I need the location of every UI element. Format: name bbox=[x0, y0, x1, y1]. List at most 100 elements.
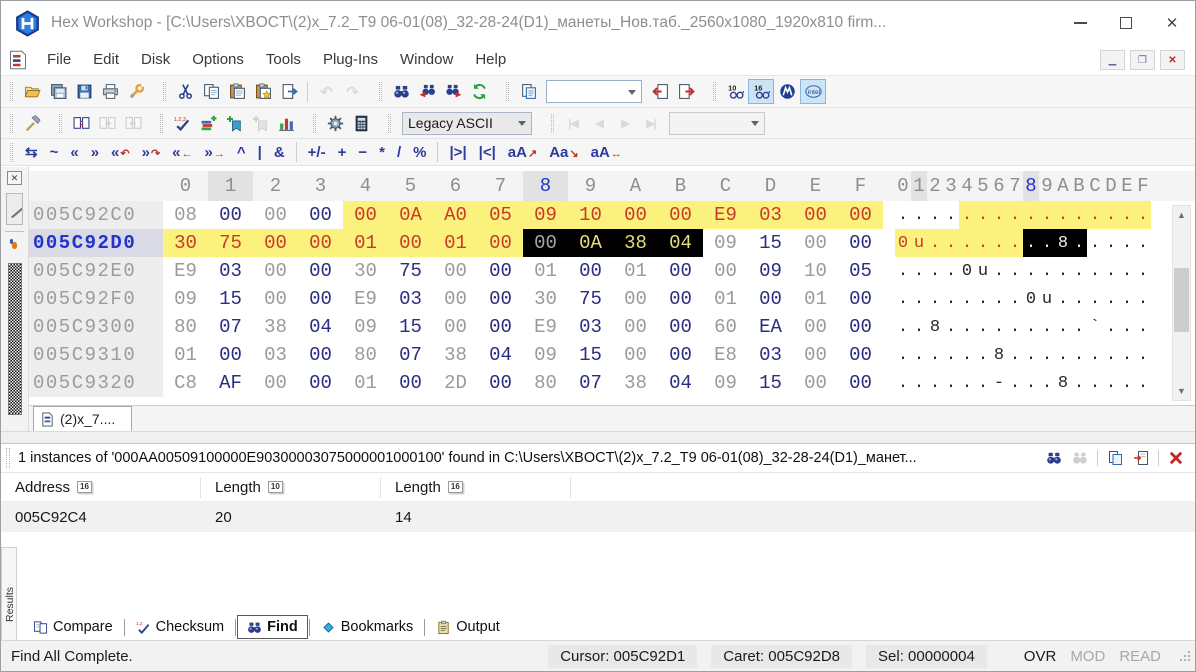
ascii-cell[interactable]: . bbox=[1007, 229, 1023, 257]
hex-byte-cell[interactable]: 08 bbox=[163, 201, 208, 229]
lowercase-icon[interactable]: Aa↘ bbox=[543, 144, 584, 161]
hex-byte-cell[interactable]: 00 bbox=[793, 341, 838, 369]
subtract-icon[interactable]: − bbox=[352, 144, 373, 161]
hex-byte-cell[interactable]: 03 bbox=[388, 285, 433, 313]
statistics-icon[interactable] bbox=[273, 111, 299, 136]
hex-byte-cell[interactable]: 00 bbox=[478, 369, 523, 397]
find-next-icon[interactable] bbox=[440, 79, 466, 104]
ascii-cell[interactable]: . bbox=[1007, 341, 1023, 369]
ascii-cell[interactable]: . bbox=[943, 341, 959, 369]
toolbar-grip[interactable] bbox=[59, 114, 62, 133]
divide-icon[interactable]: / bbox=[391, 144, 407, 161]
resize-grip[interactable] bbox=[1178, 649, 1192, 663]
hex-byte-cell[interactable]: 00 bbox=[748, 285, 793, 313]
ascii-cell[interactable]: . bbox=[1135, 285, 1151, 313]
goto-forward-icon[interactable] bbox=[673, 79, 699, 104]
compare-backward-icon[interactable] bbox=[120, 111, 146, 136]
hex-byte-cell[interactable]: 00 bbox=[478, 257, 523, 285]
hex-byte-cell[interactable]: 00 bbox=[253, 285, 298, 313]
hex-byte-cell[interactable]: 03 bbox=[748, 341, 793, 369]
hex-byte-cell[interactable]: 00 bbox=[388, 229, 433, 257]
base16-icon[interactable]: 16 bbox=[748, 79, 774, 104]
hex-byte-cell[interactable]: 09 bbox=[523, 341, 568, 369]
ascii-cell[interactable]: . bbox=[943, 229, 959, 257]
ascii-cell[interactable]: . bbox=[975, 341, 991, 369]
hex-byte-cell[interactable]: 00 bbox=[208, 341, 253, 369]
maximize-button[interactable] bbox=[1103, 8, 1149, 38]
nav-next-icon[interactable]: ▶ bbox=[612, 111, 638, 136]
not-icon[interactable]: ~ bbox=[44, 144, 65, 161]
hex-byte-cell[interactable]: 15 bbox=[748, 229, 793, 257]
ascii-cell[interactable]: 8 bbox=[927, 313, 943, 341]
results-column-header-length-1[interactable]: Length10 bbox=[201, 477, 381, 498]
hex-byte-cell[interactable]: 00 bbox=[478, 285, 523, 313]
hex-byte-cell[interactable]: 00 bbox=[208, 201, 253, 229]
hex-byte-cell[interactable]: 04 bbox=[478, 341, 523, 369]
results-close-icon[interactable] bbox=[1165, 448, 1187, 468]
hex-byte-cell[interactable]: 00 bbox=[433, 313, 478, 341]
hex-scrollbar[interactable]: ▲ ▼ bbox=[1172, 205, 1191, 401]
hex-byte-cell[interactable]: 38 bbox=[253, 313, 298, 341]
multiply-icon[interactable]: * bbox=[373, 144, 391, 161]
ascii-cell[interactable]: . bbox=[1007, 201, 1023, 229]
hex-byte-cell[interactable]: 01 bbox=[613, 257, 658, 285]
xor-icon[interactable]: ^ bbox=[231, 144, 252, 161]
hex-byte-cell[interactable]: E9 bbox=[523, 313, 568, 341]
ascii-cell[interactable]: . bbox=[1135, 313, 1151, 341]
checksum-generate-icon[interactable] bbox=[195, 111, 221, 136]
options-icon[interactable] bbox=[123, 79, 149, 104]
ascii-cell[interactable]: u bbox=[975, 257, 991, 285]
hex-byte-cell[interactable]: 00 bbox=[838, 341, 883, 369]
hex-byte-cell[interactable]: 04 bbox=[658, 229, 703, 257]
save-all-icon[interactable] bbox=[45, 79, 71, 104]
hex-byte-cell[interactable]: 30 bbox=[163, 229, 208, 257]
hex-byte-cell[interactable]: 38 bbox=[613, 229, 658, 257]
hex-byte-cell[interactable]: 00 bbox=[298, 341, 343, 369]
hex-byte-cell[interactable]: 00 bbox=[613, 285, 658, 313]
ascii-cell[interactable]: 0 bbox=[959, 257, 975, 285]
hex-byte-cell[interactable]: 00 bbox=[838, 201, 883, 229]
ascii-cell[interactable]: - bbox=[991, 369, 1007, 397]
goto-back-icon[interactable] bbox=[647, 79, 673, 104]
ascii-cell[interactable]: . bbox=[927, 229, 943, 257]
structure-spark-icon[interactable] bbox=[10, 239, 19, 251]
base-16-icon[interactable]: 16 bbox=[448, 481, 463, 493]
ascii-cell[interactable]: . bbox=[1023, 229, 1039, 257]
ascii-cell[interactable]: . bbox=[1135, 369, 1151, 397]
negate-icon[interactable]: +/- bbox=[302, 144, 332, 161]
results-copy-icon[interactable] bbox=[1104, 448, 1126, 468]
hex-byte-cell[interactable]: 00 bbox=[793, 201, 838, 229]
hex-byte-cell[interactable]: 2D bbox=[433, 369, 478, 397]
ascii-cell[interactable]: . bbox=[911, 285, 927, 313]
cut-icon[interactable] bbox=[172, 79, 198, 104]
ascii-cell[interactable]: . bbox=[1103, 201, 1119, 229]
ascii-cell[interactable]: . bbox=[943, 285, 959, 313]
ascii-cell[interactable]: . bbox=[1087, 285, 1103, 313]
undo-icon[interactable]: ↶ bbox=[313, 79, 339, 104]
ascii-cell[interactable]: . bbox=[911, 341, 927, 369]
ascii-cell[interactable]: . bbox=[1103, 257, 1119, 285]
hex-byte-cell[interactable]: 00 bbox=[613, 201, 658, 229]
hex-byte-cell[interactable]: 30 bbox=[343, 257, 388, 285]
toolbar-grip[interactable] bbox=[551, 114, 554, 133]
hex-byte-cell[interactable]: 00 bbox=[838, 229, 883, 257]
hex-byte-cell[interactable]: 01 bbox=[343, 229, 388, 257]
hex-byte-cell[interactable]: E9 bbox=[163, 257, 208, 285]
tab-find[interactable]: Find bbox=[237, 615, 308, 639]
minimize-button[interactable] bbox=[1057, 8, 1103, 38]
hex-byte-cell[interactable]: 09 bbox=[163, 285, 208, 313]
ascii-cell[interactable]: . bbox=[1071, 257, 1087, 285]
ascii-cell[interactable]: . bbox=[1039, 257, 1055, 285]
menu-item-tools[interactable]: Tools bbox=[255, 51, 312, 68]
hex-byte-cell[interactable]: E9 bbox=[703, 201, 748, 229]
ascii-cell[interactable]: . bbox=[927, 201, 943, 229]
ascii-cell[interactable]: . bbox=[991, 201, 1007, 229]
swap-case-icon[interactable]: aA↔ bbox=[585, 144, 628, 161]
ascii-cell[interactable]: . bbox=[1007, 313, 1023, 341]
hex-byte-cell[interactable]: 30 bbox=[523, 285, 568, 313]
hex-byte-cell[interactable]: 00 bbox=[478, 313, 523, 341]
structure-tool-icon[interactable] bbox=[6, 193, 23, 225]
hex-byte-cell[interactable]: 00 bbox=[523, 229, 568, 257]
redo-icon[interactable]: ↷ bbox=[339, 79, 365, 104]
copy-icon[interactable] bbox=[198, 79, 224, 104]
